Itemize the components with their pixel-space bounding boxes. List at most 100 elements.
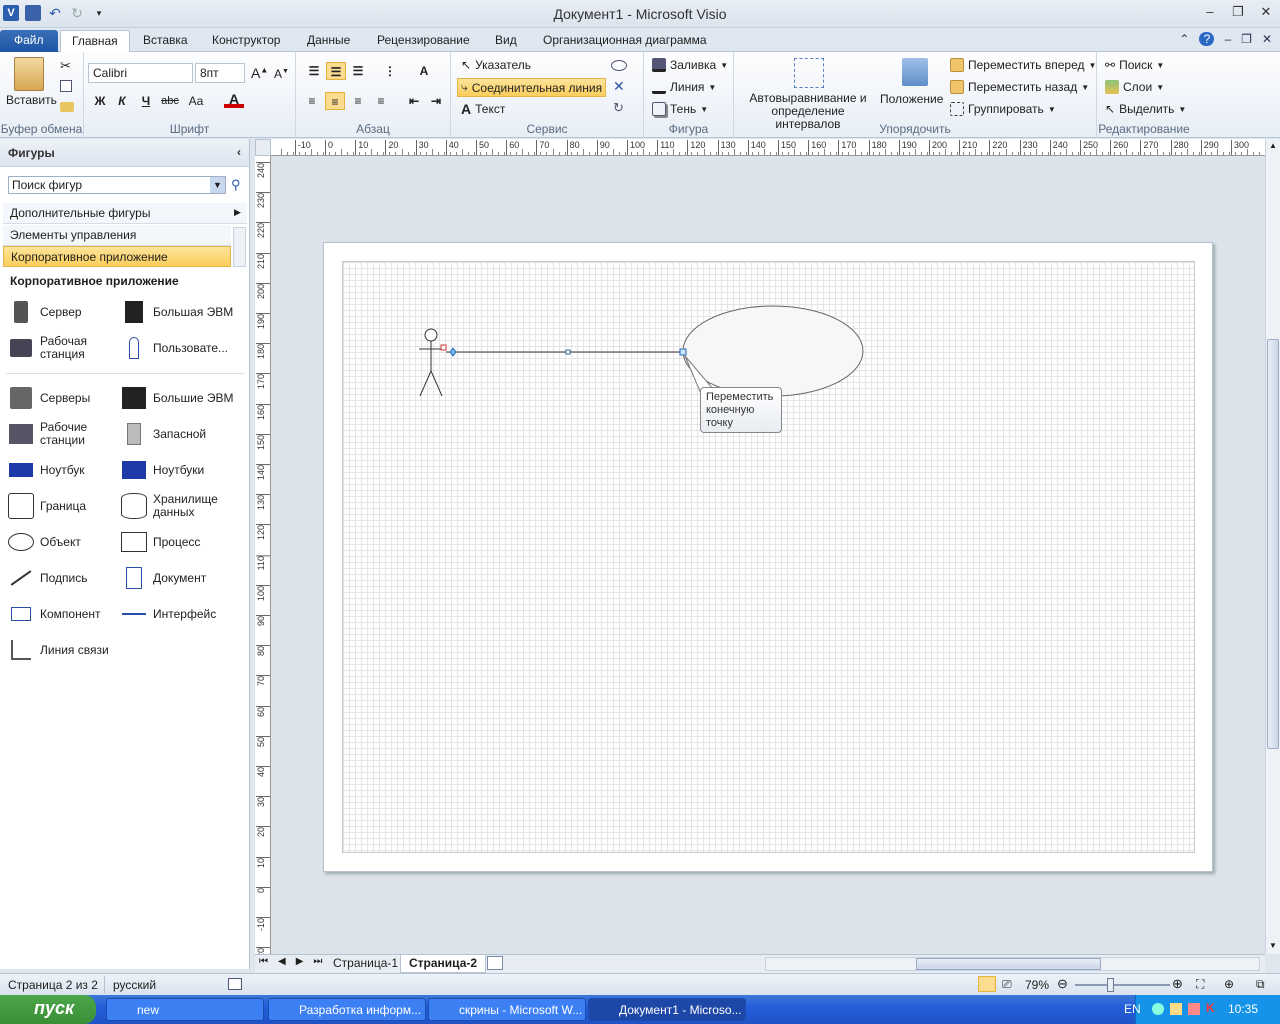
align-center-icon[interactable]: ≡ bbox=[325, 92, 345, 110]
zoom-out-icon[interactable]: ⊖ bbox=[1057, 976, 1068, 992]
page-tab-2[interactable]: Страница-2 bbox=[400, 955, 487, 973]
tab-design[interactable]: Конструктор bbox=[201, 30, 291, 52]
language-indicator[interactable]: EN bbox=[1124, 1002, 1141, 1016]
taskbar-item-word-screens[interactable]: скрины - Microsoft W... bbox=[428, 998, 586, 1021]
doc-restore-icon[interactable]: ❐ bbox=[1241, 32, 1252, 46]
change-case-button[interactable]: Aa bbox=[186, 92, 206, 110]
paste-icon[interactable] bbox=[14, 57, 44, 91]
switch-windows-icon[interactable]: ⧉ bbox=[1256, 977, 1265, 992]
taskbar-item-word-dev[interactable]: Разработка информ... bbox=[268, 998, 426, 1021]
tray-icon-1[interactable] bbox=[1152, 1003, 1164, 1015]
strikethrough-button[interactable]: abc bbox=[160, 92, 180, 110]
pointer-tool-button[interactable]: ↖ Указатель bbox=[461, 58, 531, 72]
paste-button[interactable]: Вставить bbox=[6, 93, 57, 107]
align-right-icon[interactable]: ≡ bbox=[348, 92, 368, 110]
stencil-shape[interactable]: Большие ЭВМ bbox=[121, 385, 236, 411]
help-icon[interactable]: ? bbox=[1199, 32, 1215, 46]
minimize-button[interactable]: ‒ bbox=[1202, 4, 1218, 20]
use-case-ellipse[interactable] bbox=[682, 305, 864, 397]
zoom-slider[interactable] bbox=[1075, 984, 1170, 986]
stencil-shape[interactable]: Пользовате... bbox=[121, 335, 236, 361]
align-left-icon[interactable]: ≡ bbox=[302, 92, 322, 110]
macro-record-icon[interactable] bbox=[228, 978, 242, 990]
bold-button[interactable]: Ж bbox=[90, 92, 110, 110]
h-scroll-thumb[interactable] bbox=[916, 958, 1101, 970]
restore-button[interactable]: ❐ bbox=[1230, 4, 1246, 20]
font-family-select[interactable]: Calibri bbox=[88, 63, 193, 83]
align-middle-icon[interactable]: ☰ bbox=[326, 62, 346, 80]
stencil-controls[interactable]: Элементы управления bbox=[3, 225, 231, 246]
stencil-shape[interactable]: Рабочая станция bbox=[8, 335, 123, 361]
text-tool-button[interactable]: A Текст bbox=[461, 101, 505, 117]
bullets-icon[interactable]: ⋮ bbox=[380, 62, 400, 80]
zoom-level[interactable]: 79% bbox=[1025, 978, 1049, 992]
justify-icon[interactable]: ≡ bbox=[371, 92, 391, 110]
connector-tool-button[interactable]: ⤷ Соединительная линия bbox=[457, 78, 607, 97]
zoom-in-icon[interactable]: ⊕ bbox=[1172, 976, 1183, 992]
prev-page-icon[interactable]: ◀ bbox=[278, 956, 286, 967]
fill-button[interactable]: Заливка ▼ bbox=[652, 58, 728, 72]
stencil-shape[interactable]: Процесс bbox=[121, 529, 236, 555]
fit-page-icon[interactable]: ⛶ bbox=[1196, 977, 1204, 992]
connector-end-handle[interactable] bbox=[679, 348, 687, 356]
tray-icon-3[interactable] bbox=[1188, 1003, 1200, 1015]
stencil-shape[interactable]: Подпись bbox=[8, 565, 123, 591]
send-backward-button[interactable]: Переместить назад ▼ bbox=[950, 80, 1089, 94]
stencil-shape[interactable]: Серверы bbox=[8, 385, 123, 411]
horizontal-scrollbar[interactable] bbox=[765, 957, 1260, 971]
taskbar-item-new[interactable]: new bbox=[106, 998, 264, 1021]
last-page-icon[interactable]: ⏭ bbox=[313, 956, 322, 967]
stencil-shape[interactable]: Ноутбук bbox=[8, 457, 123, 483]
vertical-scrollbar[interactable]: ▲ ▼ bbox=[1265, 139, 1280, 954]
tab-org-chart[interactable]: Организационная диаграмма bbox=[532, 30, 718, 52]
stencil-more-shapes[interactable]: Дополнительные фигуры bbox=[3, 203, 247, 224]
group-button[interactable]: Группировать ▼ bbox=[950, 102, 1056, 116]
cut-icon[interactable]: ✂ bbox=[60, 58, 71, 74]
actor-shape[interactable] bbox=[419, 328, 443, 397]
stencil-shape[interactable]: Ноутбуки bbox=[121, 457, 236, 483]
scroll-down-icon[interactable]: ▼ bbox=[1269, 941, 1277, 950]
shape-search-input[interactable]: Поиск фигур bbox=[8, 176, 226, 194]
scroll-thumb[interactable] bbox=[1267, 339, 1279, 749]
tab-data[interactable]: Данные bbox=[296, 30, 361, 52]
tab-home[interactable]: Главная bbox=[60, 30, 130, 52]
grow-font-icon[interactable]: A▲ bbox=[251, 65, 268, 81]
zoom-slider-thumb[interactable] bbox=[1107, 978, 1114, 992]
stencil-enterprise-app[interactable]: Корпоративное приложение bbox=[3, 246, 231, 267]
tray-icon-2[interactable] bbox=[1170, 1003, 1182, 1015]
connection-point-icon[interactable]: ↻ bbox=[613, 100, 624, 116]
close-tool-icon[interactable]: ✕ bbox=[613, 78, 625, 95]
connector-glue-handle[interactable] bbox=[449, 347, 457, 357]
insert-page-icon[interactable] bbox=[487, 956, 503, 970]
stencil-shape[interactable]: Интерфейс bbox=[121, 601, 236, 627]
select-button[interactable]: ↖ Выделить ▼ bbox=[1105, 102, 1186, 116]
position-icon[interactable] bbox=[902, 58, 928, 86]
bring-forward-button[interactable]: Переместить вперед ▼ bbox=[950, 58, 1096, 72]
stencil-shape[interactable]: Рабочие станции bbox=[8, 421, 123, 447]
tab-file[interactable]: Файл bbox=[0, 30, 58, 52]
find-button[interactable]: ⚯ Поиск ▼ bbox=[1105, 58, 1164, 72]
pan-zoom-icon[interactable]: ⊕ bbox=[1224, 977, 1234, 991]
first-page-icon[interactable]: ⏮ bbox=[259, 956, 268, 967]
stencil-shape[interactable]: Большая ЭВМ bbox=[121, 299, 236, 325]
stencil-shape[interactable]: Хранилище данных bbox=[121, 493, 236, 519]
collapse-panel-icon[interactable]: ‹ bbox=[237, 145, 241, 159]
align-bottom-icon[interactable]: ☰ bbox=[348, 62, 368, 80]
stencil-shape[interactable]: Сервер bbox=[8, 299, 123, 325]
search-dropdown-icon[interactable]: ▼ bbox=[210, 177, 225, 193]
ellipse-tool-icon[interactable] bbox=[611, 60, 627, 71]
italic-button[interactable]: К bbox=[112, 92, 132, 110]
scroll-up-icon[interactable]: ▲ bbox=[1269, 141, 1277, 150]
stencil-shape[interactable]: Линия связи bbox=[8, 637, 123, 663]
position-button[interactable]: Положение bbox=[880, 92, 943, 106]
doc-minimize-icon[interactable]: ‒ bbox=[1224, 32, 1231, 46]
page-tab-1[interactable]: Страница-1 bbox=[325, 955, 406, 973]
search-icon[interactable]: ⚲ bbox=[231, 177, 241, 193]
align-top-icon[interactable]: ☰ bbox=[304, 62, 324, 80]
start-button[interactable]: пуск bbox=[0, 995, 96, 1024]
decrease-indent-icon[interactable]: ⇤ bbox=[404, 92, 424, 110]
shrink-font-icon[interactable]: A▼ bbox=[274, 67, 289, 81]
connector-mid-handle[interactable] bbox=[565, 349, 571, 355]
full-screen-icon[interactable]: ⎚ bbox=[1002, 977, 1012, 992]
drawing-page[interactable]: Переместить конечную точку bbox=[323, 242, 1213, 872]
